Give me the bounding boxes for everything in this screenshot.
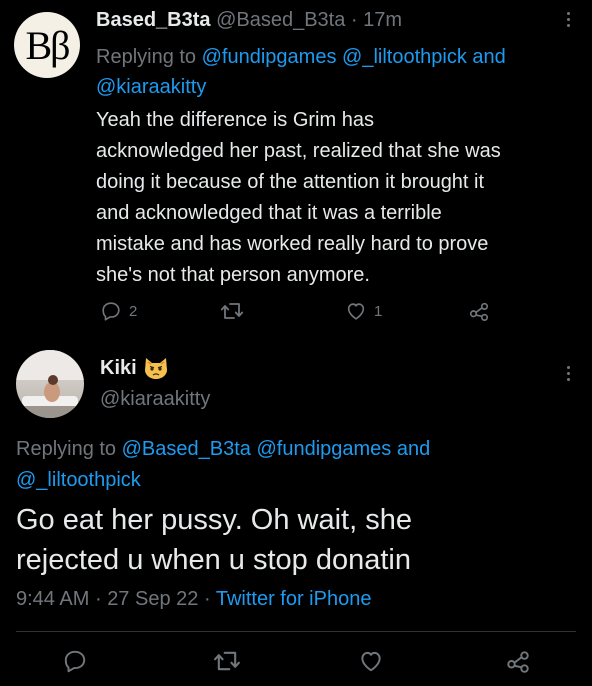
reply-icon [100,300,122,322]
separator: · [94,588,102,610]
mention-liltoothpick[interactable]: @_liltoothpick [342,46,467,68]
tweet-text: Go eat her pussy. Oh wait, she rejected … [16,500,412,580]
tweet-header: Based_B3ta @Based_B3ta · 17m [96,9,402,32]
tweet-date[interactable]: 27 Sep 22 [107,588,198,610]
action-bar [16,648,576,676]
avatar-kiki[interactable] [16,350,84,418]
tweet-text-line: doing it because of the attention it bro… [96,171,485,193]
author-block: Kiki @kiaraakitty [100,356,210,411]
more-icon[interactable] [567,366,571,384]
display-name[interactable]: Kiki [100,357,137,380]
avatar-logo-text: Bβ [25,22,70,68]
timestamp[interactable]: 17m [363,9,402,31]
reply-button[interactable] [62,648,88,674]
retweet-button[interactable] [213,648,241,674]
retweet-button[interactable] [220,300,244,322]
tweet-source[interactable]: Twitter for iPhone [216,588,372,610]
mention-fundipgames[interactable]: @fundipgames [256,438,391,460]
display-name[interactable]: Based_B3ta [96,9,211,31]
retweet-icon [220,300,244,322]
replying-to: Replying to @Based_B3ta @fundipgames and… [16,434,576,496]
tweet-meta: 9:44 AM · 27 Sep 22 · Twitter for iPhone [16,588,371,611]
replying-prefix: Replying to [96,46,197,68]
reply-icon [62,648,88,674]
mention-kiaraakitty[interactable]: @kiaraakitty [96,76,206,98]
mention-fundipgames[interactable]: @fundipgames [202,46,337,68]
share-icon [468,300,490,322]
reply-count: 2 [129,302,138,320]
like-count: 1 [374,302,383,320]
like-button[interactable] [358,648,384,674]
like-button[interactable]: 1 [345,300,382,322]
tweet-text-line: she's not that person anymore. [96,264,370,286]
replying-to: Replying to @fundipgames @_liltoothpick … [96,42,576,102]
pouting-cat-emoji-icon [143,356,169,380]
tweet-text: Yeah the difference is Grim has acknowle… [96,105,501,291]
separator: · [350,9,358,31]
reply-button[interactable]: 2 [100,300,137,322]
share-button[interactable] [505,648,531,674]
separator: · [203,588,211,610]
replying-prefix: Replying to [16,438,117,460]
divider [16,631,576,632]
retweet-icon [213,648,241,674]
like-icon [345,300,367,322]
tweet-text-line: mistake and has worked really hard to pr… [96,233,489,255]
avatar-photo [16,350,84,418]
handle[interactable]: @kiaraakitty [100,388,210,411]
tweet-text-line: and acknowledged that it was a terrible [96,202,442,224]
share-icon [505,648,531,674]
mention-liltoothpick[interactable]: @_liltoothpick [16,469,141,491]
more-icon[interactable] [567,12,571,30]
tweet-text-line: rejected u when u stop donatin [16,544,411,576]
tweet-time[interactable]: 9:44 AM [16,588,89,610]
handle[interactable]: @Based_B3ta [216,9,345,31]
mention-based-b3ta[interactable]: @Based_B3ta [122,438,251,460]
action-bar: 2 1 [96,300,576,326]
share-button[interactable] [468,300,490,322]
replying-and: and [472,46,506,68]
tweet-text-line: Yeah the difference is Grim has [96,109,374,131]
avatar-based-b3ta[interactable]: Bβ [14,12,80,78]
tweet-text-line: acknowledged her past, realized that she… [96,140,501,162]
like-icon [358,648,384,674]
replying-and: and [396,438,431,460]
tweet-text-line: Go eat her pussy. Oh wait, she [16,504,412,536]
